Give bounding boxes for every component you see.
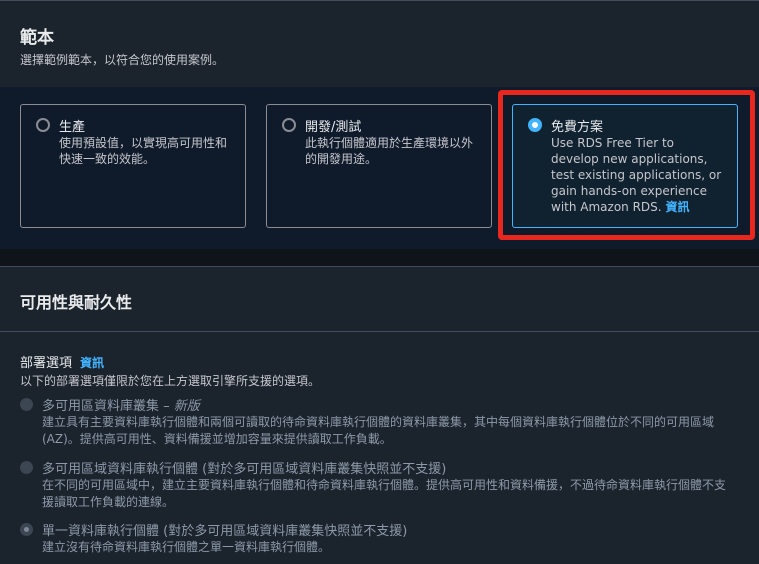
availability-header: 可用性與耐久性 <box>0 267 759 332</box>
templates-title: 範本 <box>20 28 54 48</box>
tile-description: Use RDS Free Tier to develop new applica… <box>551 135 725 215</box>
availability-section: 可用性與耐久性 部署選項 資訊 以下的部署選項僅限於您在上方選取引擎所支援的選項。… <box>0 266 759 564</box>
templates-description: 選擇範例範本，以符合您的使用案例。 <box>20 53 225 67</box>
tile-title: 免費方案 <box>551 120 604 135</box>
radio-button-disabled[interactable] <box>20 398 33 411</box>
tile-title: 生產 <box>59 120 86 135</box>
radio-button[interactable] <box>282 118 296 132</box>
info-link[interactable]: 資訊 <box>665 200 689 214</box>
option-title: 多可用區資料庫叢集 – 新版 <box>42 395 200 414</box>
new-badge: 新版 <box>173 399 200 414</box>
deployment-info-link[interactable]: 資訊 <box>80 356 104 370</box>
option-description: 在不同的可用區域中，建立主要資料庫執行個體和待命資料庫執行個體。提供高可用性和資… <box>42 478 727 509</box>
templates-section: 範本 選擇範例範本，以符合您的使用案例。 生產 使用預設值，以實現高可用性和快速… <box>0 0 759 249</box>
radio-button-selected[interactable] <box>528 118 542 132</box>
template-tile-dev-test[interactable]: 開發/測試 此執行個體適用於生產環境以外的開發用途。 <box>266 104 492 228</box>
option-description: 建立沒有待命資料庫執行個體之單一資料庫執行個體。 <box>42 540 331 554</box>
option-title: 多可用區域資料庫執行個體 (對於多可用區域資料庫叢集快照並不支援) <box>42 462 447 477</box>
template-tile-production[interactable]: 生產 使用預設值，以實現高可用性和快速一致的效能。 <box>20 104 246 228</box>
tile-title: 開發/測試 <box>305 120 362 135</box>
template-tile-free-tier[interactable]: 免費方案 Use RDS Free Tier to develop new ap… <box>512 104 738 228</box>
tile-description: 使用預設值，以實現高可用性和快速一致的效能。 <box>59 136 228 166</box>
option-title: 單一資料庫執行個體 (對於多可用區域資料庫叢集快照並不支援) <box>42 524 408 539</box>
radio-button-selected-disabled[interactable] <box>20 523 33 536</box>
option-title-text: 多可用區資料庫叢集 <box>42 399 160 414</box>
deployment-label-text: 部署選項 <box>20 356 73 371</box>
availability-title: 可用性與耐久性 <box>20 293 133 312</box>
option-description: 建立具有主要資料庫執行個體和兩個可讀取的待命資料庫執行個體的資料庫叢集，其中每個… <box>42 415 715 446</box>
tile-description: 此執行個體適用於生產環境以外的開發用途。 <box>305 136 474 166</box>
deployment-description: 以下的部署選項僅限於您在上方選取引擎所支援的選項。 <box>20 374 321 388</box>
option-title-separator: – <box>159 399 174 414</box>
radio-button[interactable] <box>36 118 50 132</box>
deployment-options-label: 部署選項 資訊 <box>20 352 104 371</box>
page: 範本 選擇範例範本，以符合您的使用案例。 生產 使用預設值，以實現高可用性和快速… <box>0 0 759 564</box>
tile-description-text: Use RDS Free Tier to develop new applica… <box>551 136 722 214</box>
radio-button-disabled[interactable] <box>20 461 33 474</box>
